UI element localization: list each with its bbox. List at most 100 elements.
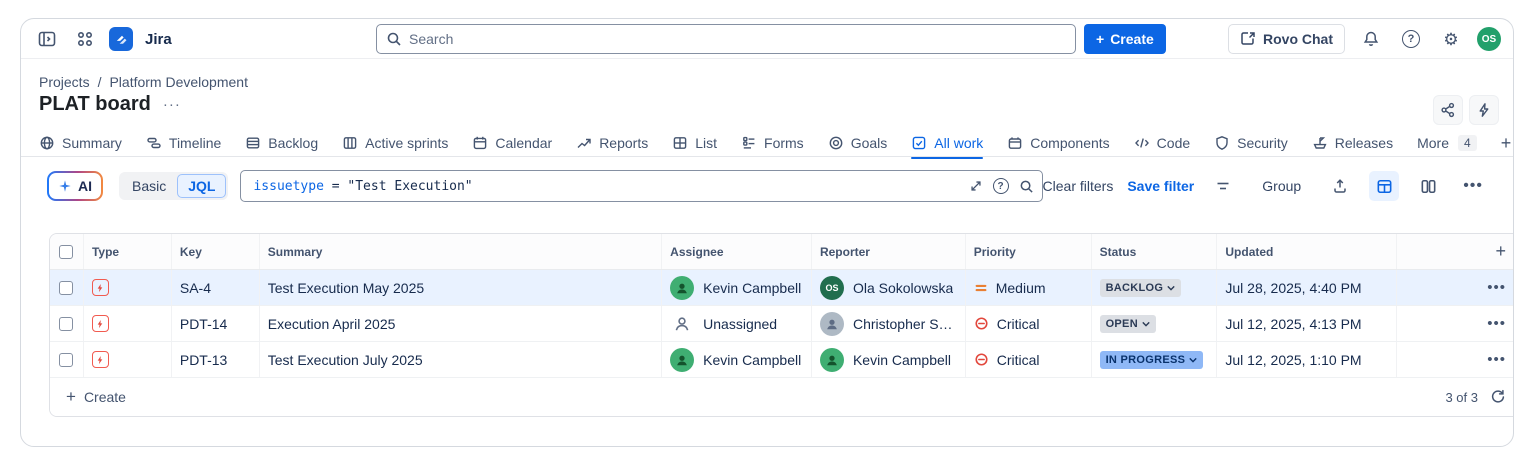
- share-button[interactable]: [1433, 95, 1463, 125]
- tab-timeline[interactable]: Timeline: [146, 129, 221, 157]
- sort-button[interactable]: [1208, 171, 1238, 201]
- select-all-checkbox[interactable]: [59, 245, 73, 259]
- basic-mode-button[interactable]: Basic: [121, 174, 177, 198]
- test-execution-type-icon[interactable]: [92, 315, 109, 332]
- board-more-menu-button[interactable]: ···: [163, 96, 181, 113]
- clear-filters-button[interactable]: Clear filters: [1043, 178, 1114, 194]
- issue-key[interactable]: PDT-14: [180, 316, 227, 332]
- status-dropdown[interactable]: BACKLOG: [1100, 279, 1182, 297]
- test-execution-type-icon[interactable]: [92, 351, 109, 368]
- column-header-type[interactable]: Type: [84, 234, 172, 269]
- run-query-search-icon[interactable]: [1019, 179, 1034, 194]
- issue-key[interactable]: PDT-13: [180, 352, 227, 368]
- rovo-chat-button[interactable]: Rovo Chat: [1228, 24, 1345, 54]
- global-search-input[interactable]: [376, 24, 1076, 54]
- issue-key[interactable]: SA-4: [180, 280, 211, 296]
- issue-summary[interactable]: Test Execution May 2025: [268, 280, 424, 296]
- reporter-name[interactable]: Ola Sokolowska: [853, 280, 953, 296]
- jql-help-icon[interactable]: ?: [993, 178, 1009, 194]
- assignee-name[interactable]: Kevin Campbell: [703, 352, 801, 368]
- tab-security[interactable]: Security: [1214, 129, 1288, 157]
- tab-label: Releases: [1335, 135, 1393, 151]
- app-switcher-button[interactable]: [71, 25, 99, 53]
- priority-label[interactable]: Medium: [996, 280, 1046, 296]
- row-actions-button[interactable]: •••: [1487, 315, 1506, 332]
- row-actions-button[interactable]: •••: [1487, 279, 1506, 296]
- issue-summary[interactable]: Execution April 2025: [268, 316, 396, 332]
- assignee-name[interactable]: Unassigned: [703, 316, 777, 332]
- tab-active-sprints[interactable]: Active sprints: [342, 129, 448, 157]
- reporter-name[interactable]: Kevin Campbell: [853, 352, 951, 368]
- assignee-name[interactable]: Kevin Campbell: [703, 280, 801, 296]
- status-dropdown[interactable]: OPEN: [1100, 315, 1156, 333]
- tab-backlog[interactable]: Backlog: [245, 129, 318, 157]
- issue-summary[interactable]: Test Execution July 2025: [268, 352, 423, 368]
- table-row[interactable]: PDT-13 Test Execution July 2025 Kevin Ca…: [50, 342, 1514, 378]
- reporter-name[interactable]: Christopher Sko...: [853, 316, 957, 332]
- breadcrumb-projects[interactable]: Projects: [39, 74, 90, 90]
- save-filter-button[interactable]: Save filter: [1127, 178, 1194, 194]
- tab-forms[interactable]: Forms: [741, 129, 804, 157]
- create-button[interactable]: + Create: [1084, 24, 1166, 54]
- column-header-updated[interactable]: Updated: [1217, 234, 1397, 269]
- split-view-icon: [1420, 178, 1437, 195]
- lightning-icon: [1476, 102, 1492, 118]
- help-button[interactable]: ?: [1397, 25, 1425, 53]
- test-execution-type-icon[interactable]: [92, 279, 109, 296]
- tab-code[interactable]: Code: [1134, 129, 1190, 157]
- user-avatar[interactable]: OS: [1477, 27, 1501, 51]
- tab-calendar[interactable]: Calendar: [472, 129, 552, 157]
- export-icon: [1332, 178, 1348, 194]
- jql-mode-button[interactable]: JQL: [177, 174, 226, 198]
- status-label: OPEN: [1106, 318, 1138, 330]
- tab-components[interactable]: Components: [1007, 129, 1109, 157]
- table-view-toggle[interactable]: [1369, 171, 1399, 201]
- export-button[interactable]: [1325, 171, 1355, 201]
- tab-releases[interactable]: Releases: [1312, 129, 1393, 157]
- column-header-key[interactable]: Key: [172, 234, 260, 269]
- settings-button[interactable]: ⚙: [1437, 25, 1465, 53]
- priority-label[interactable]: Critical: [997, 316, 1040, 332]
- collapse-sidebar-button[interactable]: [33, 25, 61, 53]
- status-dropdown[interactable]: IN PROGRESS: [1100, 351, 1204, 369]
- priority-label[interactable]: Critical: [997, 352, 1040, 368]
- row-checkbox[interactable]: [59, 353, 73, 367]
- inline-create-button[interactable]: + Create: [66, 387, 126, 407]
- tab-reports[interactable]: Reports: [576, 129, 648, 157]
- tab-goals[interactable]: Goals: [828, 129, 888, 157]
- row-actions-button[interactable]: •••: [1487, 351, 1506, 368]
- tab-label: Code: [1157, 135, 1190, 151]
- target-icon: [828, 135, 844, 151]
- refresh-icon[interactable]: [1490, 389, 1506, 405]
- collapse-sidebar-icon: [37, 29, 57, 49]
- tab-label: Components: [1030, 135, 1109, 151]
- tab-more[interactable]: More 4: [1417, 129, 1477, 157]
- tab-summary[interactable]: Summary: [39, 129, 122, 157]
- expand-query-icon[interactable]: [969, 179, 983, 193]
- column-header-assignee[interactable]: Assignee: [662, 234, 812, 269]
- column-header-summary[interactable]: Summary: [260, 234, 662, 269]
- detail-view-toggle[interactable]: [1413, 171, 1443, 201]
- breadcrumb-project-name[interactable]: Platform Development: [109, 74, 248, 90]
- jira-logo[interactable]: [109, 27, 133, 51]
- toolbar-more-button[interactable]: •••: [1457, 173, 1489, 199]
- add-tab-button[interactable]: +: [1501, 133, 1512, 154]
- notifications-button[interactable]: [1357, 25, 1385, 53]
- column-header-status[interactable]: Status: [1092, 234, 1218, 269]
- add-column-button[interactable]: +: [1495, 241, 1506, 262]
- column-header-priority[interactable]: Priority: [966, 234, 1092, 269]
- automation-button[interactable]: [1469, 95, 1499, 125]
- tab-all-work[interactable]: All work: [911, 129, 983, 157]
- column-header-reporter[interactable]: Reporter: [812, 234, 966, 269]
- tab-label: Active sprints: [365, 135, 448, 151]
- ai-filter-button[interactable]: AI: [47, 171, 103, 201]
- row-checkbox[interactable]: [59, 317, 73, 331]
- tab-label: List: [695, 135, 717, 151]
- group-button[interactable]: Group: [1252, 173, 1311, 199]
- table-row[interactable]: PDT-14 Execution April 2025 Unassigned C…: [50, 306, 1514, 342]
- create-button-label: Create: [1110, 31, 1154, 47]
- table-row[interactable]: SA-4 Test Execution May 2025 Kevin Campb…: [50, 270, 1514, 306]
- tab-list[interactable]: List: [672, 129, 717, 157]
- jql-query-input[interactable]: issuetype = "Test Execution" ?: [240, 170, 1042, 202]
- row-checkbox[interactable]: [59, 281, 73, 295]
